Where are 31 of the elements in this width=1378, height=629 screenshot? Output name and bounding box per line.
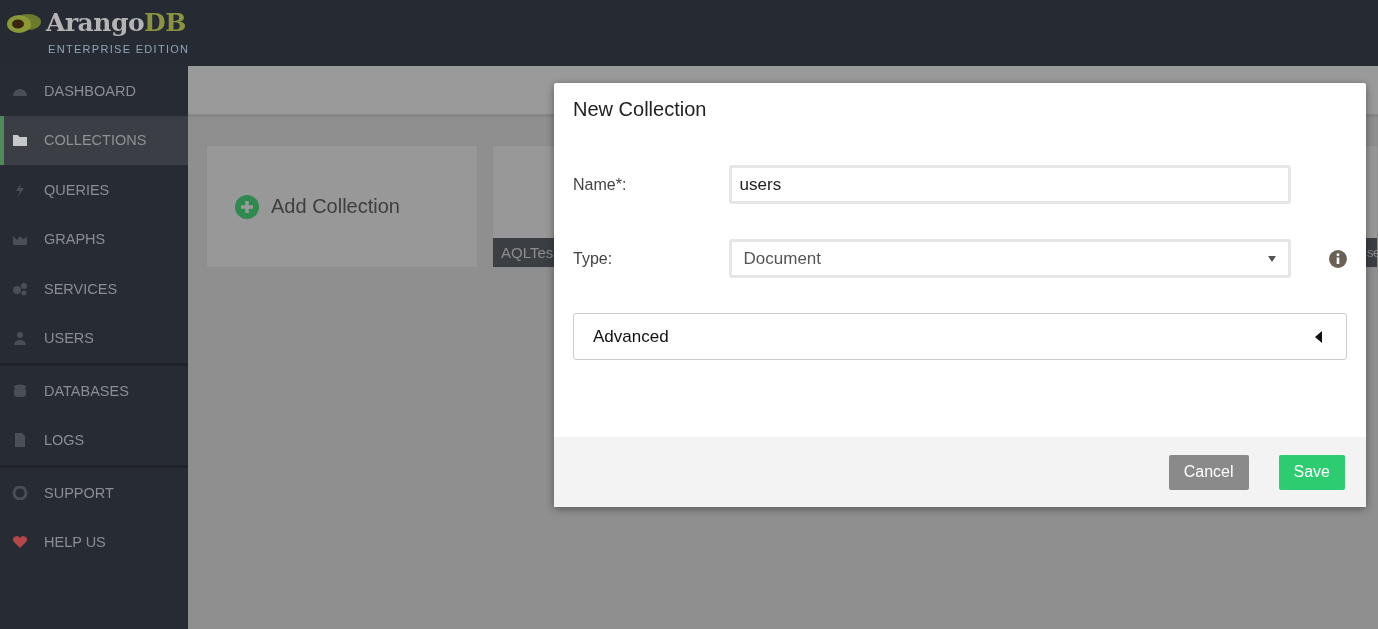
sidebar-item[interactable]: QUERIES [0, 165, 188, 215]
caret-icon [1315, 330, 1322, 343]
sidebar-item[interactable]: LOGS [0, 415, 188, 465]
cancel-button[interactable]: Cancel [1168, 454, 1249, 490]
dialog-title: New Collection [572, 97, 708, 122]
lifebuoy-icon [12, 485, 28, 500]
sidebar-item[interactable]: SUPPORT [0, 468, 188, 518]
card-label: Add Collection [271, 195, 400, 218]
sidebar-item[interactable]: SERVICES [0, 264, 188, 314]
plus-icon [235, 194, 259, 219]
advanced-section-toggle[interactable]: Advanced [573, 313, 1347, 360]
caret-icon [1268, 255, 1277, 262]
info-icon[interactable] [1329, 249, 1347, 268]
sidebar-item[interactable]: DASHBOARD [0, 66, 188, 116]
document-icon [12, 433, 28, 448]
field-label: Name*: [573, 175, 628, 194]
field-label: Type: [573, 249, 614, 268]
sidebar-item[interactable]: DATABASES [0, 366, 188, 416]
logo-wordmark: ArangoDB [46, 8, 187, 38]
avocado-logo-icon [6, 12, 42, 34]
sidebar-item[interactable]: COLLECTIONS [0, 115, 188, 165]
edition-label: ENTERPRISE EDITION [48, 43, 190, 55]
heart-icon [12, 535, 28, 550]
sidebar-item[interactable]: GRAPHS [0, 214, 188, 264]
sidebar-item[interactable]: HELP US [0, 517, 188, 567]
add-collection-card[interactable]: Add Collection [206, 145, 478, 268]
type-dropdown[interactable]: Document [728, 239, 1292, 278]
database-icon [12, 383, 28, 398]
folder-icon [12, 133, 28, 148]
name-input-field[interactable]: users [728, 165, 1292, 204]
sidebar-item[interactable]: USERS [0, 313, 188, 363]
